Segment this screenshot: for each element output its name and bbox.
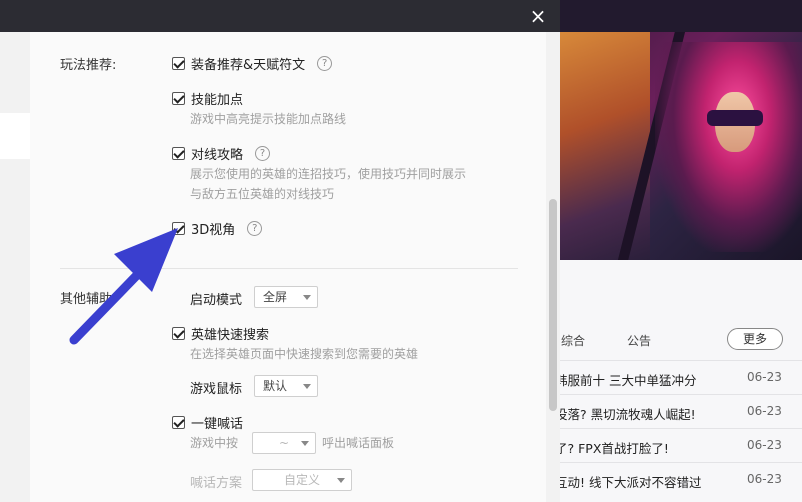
- scrollbar-thumb[interactable]: [549, 199, 557, 411]
- chevron-down-icon: [303, 295, 311, 300]
- section-divider: [60, 268, 518, 269]
- lane-guide-checkbox[interactable]: [172, 147, 185, 160]
- news-item-title: 互动! 线下大派对不容错过: [555, 475, 702, 490]
- lane-guide-description-line1: 展示您使用的英雄的连招技巧，使用技巧并同时展示: [190, 167, 467, 181]
- news-item-date: 06-23: [747, 370, 782, 384]
- news-panel: 综合 公告 更多 韩服前十 三大中单猛冲分 06-23 没落? 黑切流牧魂人崛起…: [555, 260, 802, 502]
- help-icon[interactable]: ?: [255, 146, 271, 161]
- option-equipment-runes[interactable]: 装备推荐&天赋符文 ?: [172, 54, 333, 73]
- option-3d-view[interactable]: 3D视角 ?: [172, 219, 263, 238]
- launch-mode-select[interactable]: 全屏: [254, 286, 318, 308]
- shout-plan-label: 喊话方案: [190, 476, 243, 491]
- banner-hero-mask: [707, 110, 763, 126]
- hero-search-checkbox[interactable]: [172, 327, 185, 340]
- launch-mode-label: 启动模式: [190, 293, 243, 308]
- one-key-shout-label: 一键喊话: [191, 417, 244, 432]
- help-icon[interactable]: ?: [247, 221, 263, 236]
- play-recommend-section-label: 玩法推荐:: [60, 58, 117, 73]
- news-tab-announcement[interactable]: 公告: [627, 332, 651, 349]
- settings-nav-selected-item[interactable]: [0, 113, 30, 159]
- hero-banner-image[interactable]: [555, 32, 802, 260]
- settings-dialog: × 玩法推荐: 装备推荐&天赋符文 ? 技能加点 游戏中高亮提示技能加点路线 对…: [0, 0, 560, 502]
- news-item[interactable]: 了? FPX首战打脸了! 06-23: [555, 428, 802, 462]
- lane-guide-label: 对线攻略: [191, 148, 244, 163]
- option-lane-guide[interactable]: 对线攻略 ?: [172, 144, 271, 163]
- news-item-title: 了? FPX首战打脸了!: [555, 441, 669, 456]
- news-item-title: 没落? 黑切流牧魂人崛起!: [555, 407, 696, 422]
- equipment-runes-checkbox[interactable]: [172, 57, 185, 70]
- option-hero-search[interactable]: 英雄快速搜索: [172, 324, 269, 343]
- option-one-key-shout[interactable]: 一键喊话: [172, 413, 243, 432]
- one-key-shout-suffix: 呼出喊话面板: [322, 436, 395, 450]
- chevron-down-icon: [303, 384, 311, 389]
- news-item-date: 06-23: [747, 472, 782, 486]
- settings-nav-strip: [0, 32, 30, 502]
- dialog-title-bar: ×: [0, 0, 560, 32]
- chevron-down-icon: [301, 441, 309, 446]
- 3d-view-label: 3D视角: [191, 223, 236, 238]
- launch-mode-value: 全屏: [263, 290, 288, 304]
- news-item-date: 06-23: [747, 404, 782, 418]
- skill-points-description: 游戏中高亮提示技能加点路线: [190, 112, 347, 126]
- news-tab-general[interactable]: 综合: [561, 332, 585, 349]
- hero-search-description: 在选择英雄页面中快速搜索到您需要的英雄: [190, 347, 419, 361]
- hero-search-label: 英雄快速搜索: [191, 328, 270, 343]
- one-key-shout-prefix: 游戏中按: [190, 436, 239, 450]
- news-more-button[interactable]: 更多: [727, 328, 783, 350]
- option-skill-points[interactable]: 技能加点: [172, 89, 243, 108]
- other-assist-section-label: 其他辅助:: [60, 292, 117, 307]
- news-item[interactable]: 没落? 黑切流牧魂人崛起! 06-23: [555, 394, 802, 428]
- skill-points-checkbox[interactable]: [172, 92, 185, 105]
- lane-guide-description-line2: 与敌方五位英雄的对线技巧: [190, 187, 335, 201]
- shout-plan-select[interactable]: 自定义: [252, 469, 352, 491]
- close-button[interactable]: ×: [526, 4, 550, 28]
- news-item[interactable]: 韩服前十 三大中单猛冲分 06-23: [555, 360, 802, 394]
- chevron-down-icon: [337, 478, 345, 483]
- news-item-date: 06-23: [747, 438, 782, 452]
- shout-key-value: ~: [278, 436, 290, 450]
- help-icon[interactable]: ?: [317, 56, 333, 71]
- shout-plan-value: 自定义: [283, 473, 320, 487]
- settings-content: 玩法推荐: 装备推荐&天赋符文 ? 技能加点 游戏中高亮提示技能加点路线 对线攻…: [30, 32, 546, 502]
- shout-key-select[interactable]: ~: [252, 432, 316, 454]
- news-item[interactable]: 互动! 线下大派对不容错过 06-23: [555, 462, 802, 496]
- equipment-runes-label: 装备推荐&天赋符文: [191, 58, 306, 73]
- skill-points-label: 技能加点: [191, 93, 244, 108]
- game-cursor-label: 游戏鼠标: [190, 382, 243, 397]
- one-key-shout-checkbox[interactable]: [172, 416, 185, 429]
- game-cursor-value: 默认: [263, 379, 288, 393]
- game-cursor-select[interactable]: 默认: [254, 375, 318, 397]
- news-item-title: 韩服前十 三大中单猛冲分: [555, 373, 697, 388]
- 3d-view-checkbox[interactable]: [172, 222, 185, 235]
